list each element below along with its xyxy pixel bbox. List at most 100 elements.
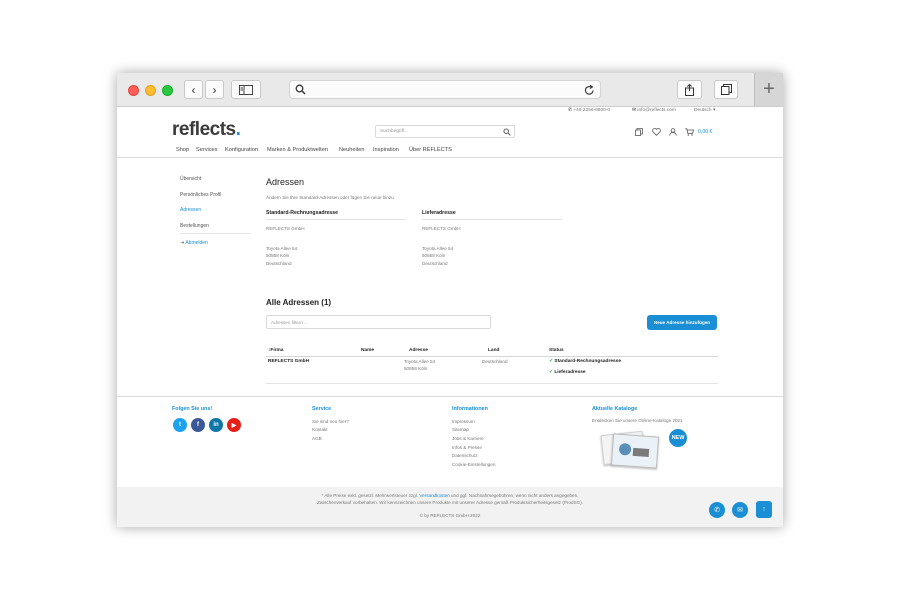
- nav-services[interactable]: Services: [196, 147, 217, 153]
- search-input[interactable]: Suchbegriff...: [375, 125, 515, 138]
- info-link-cookies[interactable]: Cookie-Einstellungen: [452, 462, 495, 467]
- phone-contact-button[interactable]: ✆: [709, 502, 725, 518]
- table-header-divider: [266, 356, 718, 357]
- address-bar[interactable]: [289, 80, 601, 99]
- info-link-impressum[interactable]: Impressum: [452, 419, 475, 424]
- info-link-datenschutz[interactable]: Datenschutz: [452, 453, 478, 458]
- sidebar-toggle-button[interactable]: [231, 80, 261, 99]
- billing-company: REFLECTS GmbH: [266, 226, 305, 231]
- linkedin-icon[interactable]: in: [209, 418, 223, 432]
- share-button[interactable]: [677, 80, 702, 99]
- filter-placeholder: Adressen filtern ...: [271, 320, 309, 325]
- nav-ueber-reflects[interactable]: Über REFLECTS: [409, 147, 452, 153]
- billing-country: Deutschland: [266, 261, 292, 266]
- close-window-button[interactable]: [128, 85, 139, 96]
- nav-inspiration[interactable]: Inspiration: [373, 147, 399, 153]
- email-contact-button[interactable]: ✉: [732, 502, 748, 518]
- follow-title: Folgen Sie uns!: [172, 406, 213, 412]
- mail-icon: ✉: [737, 507, 743, 514]
- cart-total[interactable]: 0,00 €: [698, 129, 712, 135]
- back-button[interactable]: ‹: [184, 80, 203, 99]
- billing-city: 50858 Köln: [266, 253, 290, 258]
- facebook-icon[interactable]: f: [191, 418, 205, 432]
- footer-legal-bar: * Alle Preise exkl. gesetzl. Mehrwertste…: [117, 487, 783, 527]
- twitter-icon[interactable]: t: [173, 418, 187, 432]
- search-placeholder: Suchbegriff...: [380, 129, 409, 134]
- compare-icon[interactable]: [635, 128, 643, 136]
- facebook-glyph: f: [197, 422, 199, 428]
- column-header-adresse[interactable]: Adresse: [409, 348, 428, 353]
- maximize-window-button[interactable]: [162, 85, 173, 96]
- shipping-street: Toyota Allee 54: [422, 246, 454, 251]
- logout-link[interactable]: ⇥ Abmelden: [180, 240, 208, 246]
- sidebar-item-bestellungen[interactable]: Bestellungen: [180, 223, 209, 229]
- service-title: Service: [312, 406, 332, 412]
- shipping-country: Deutschland: [422, 261, 448, 266]
- heart-icon[interactable]: [652, 128, 661, 136]
- chevron-right-icon: ›: [212, 82, 217, 97]
- new-badge: NEW: [669, 429, 687, 447]
- shipping-company: REFLECTS GmbH: [422, 226, 461, 231]
- add-address-button[interactable]: Neue Adresse hinzufügen: [647, 315, 717, 330]
- new-tab-button[interactable]: +: [754, 73, 783, 106]
- minimize-window-button[interactable]: [145, 85, 156, 96]
- phone-icon: ✆: [568, 108, 573, 113]
- status-billing-label: Standard-Rechnungsadresse: [554, 359, 622, 364]
- tabs-overview-button[interactable]: [714, 80, 738, 99]
- shipping-costs-link[interactable]: Versandkosten: [419, 493, 449, 498]
- caret-down-icon: ▾: [712, 108, 716, 113]
- sidebar-item-uebersicht[interactable]: Übersicht: [180, 176, 201, 182]
- shipping-city: 50858 Köln: [422, 253, 446, 258]
- phone-link[interactable]: ✆ +49 2256-9900-0: [568, 108, 610, 113]
- logo-dot: .: [235, 119, 241, 140]
- user-icon[interactable]: [669, 128, 677, 136]
- sidebar-item-adressen[interactable]: Adressen: [180, 207, 201, 213]
- address-filter-input[interactable]: Adressen filtern ...: [266, 315, 491, 329]
- nav-marken[interactable]: Marken & Produktwelten: [267, 147, 328, 153]
- youtube-icon[interactable]: ▶: [227, 418, 241, 432]
- status-shipping-label: Lieferadresse: [554, 370, 586, 375]
- catalog-text: Entdecken Sie unsere Online-Kataloge 202…: [592, 418, 683, 423]
- nav-shop[interactable]: Shop: [176, 147, 189, 153]
- info-title: Informationen: [452, 406, 488, 412]
- nav-neuheiten[interactable]: Neuheiten: [339, 147, 365, 153]
- chevron-left-icon: ‹: [191, 82, 196, 97]
- sidebar-icon: [239, 84, 253, 95]
- shipping-divider: [422, 219, 562, 220]
- billing-heading: Standard-Rechnungsadresse: [266, 210, 339, 216]
- email-link[interactable]: ✉ info@reflects.com: [632, 108, 676, 113]
- browser-window: ‹ › + ✆ +49 2256-9900-0 ✉ info@reflects.…: [117, 73, 783, 527]
- cart-icon[interactable]: [685, 128, 694, 136]
- column-header-firma[interactable]: ↕Firma: [268, 348, 283, 353]
- shipping-heading: Lieferadresse: [422, 210, 456, 216]
- scroll-to-top-button[interactable]: ↑: [756, 501, 772, 518]
- reload-icon[interactable]: [584, 84, 595, 96]
- web-page: ✆ +49 2256-9900-0 ✉ info@reflects.com De…: [117, 107, 783, 527]
- row-city: 50858 Köln: [404, 366, 428, 371]
- column-header-name[interactable]: Name: [361, 348, 374, 353]
- column-header-land[interactable]: Land: [488, 348, 499, 353]
- nav-konfiguration[interactable]: Konfiguration: [225, 147, 258, 153]
- logout-icon: ⇥: [180, 240, 185, 246]
- youtube-glyph: ▶: [231, 422, 237, 429]
- info-link-sitemap[interactable]: Sitemap: [452, 427, 469, 432]
- sidebar-item-profil[interactable]: Persönliches Profil: [180, 192, 221, 198]
- info-link-jobs[interactable]: Jobs & Karriere: [452, 436, 484, 441]
- billing-street: Toyota Allee 54: [266, 246, 298, 251]
- table-bottom-divider: [266, 383, 718, 384]
- language-select[interactable]: Deutsch ▾: [694, 108, 715, 113]
- service-link-agb[interactable]: AGB: [312, 436, 322, 441]
- search-icon[interactable]: [503, 128, 511, 136]
- all-addresses-title: Alle Adressen (1): [266, 298, 332, 307]
- info-link-presse[interactable]: Infos & Presse: [452, 445, 482, 450]
- logo[interactable]: reflects.: [172, 119, 241, 141]
- header-divider: [117, 157, 783, 158]
- forward-button[interactable]: ›: [205, 80, 224, 99]
- column-header-status: Status: [549, 348, 564, 353]
- service-link-new[interactable]: Sie sind neu hier?: [312, 419, 349, 424]
- catalog-image[interactable]: [600, 429, 660, 469]
- row-street: Toyota Allee 54: [404, 359, 436, 364]
- legal-prefix: * Alle Preise exkl. gesetzl. Mehrwertste…: [321, 493, 419, 498]
- service-link-contact[interactable]: Kontakt: [312, 427, 328, 432]
- legal-line-1: * Alle Preise exkl. gesetzl. Mehrwertste…: [117, 493, 783, 498]
